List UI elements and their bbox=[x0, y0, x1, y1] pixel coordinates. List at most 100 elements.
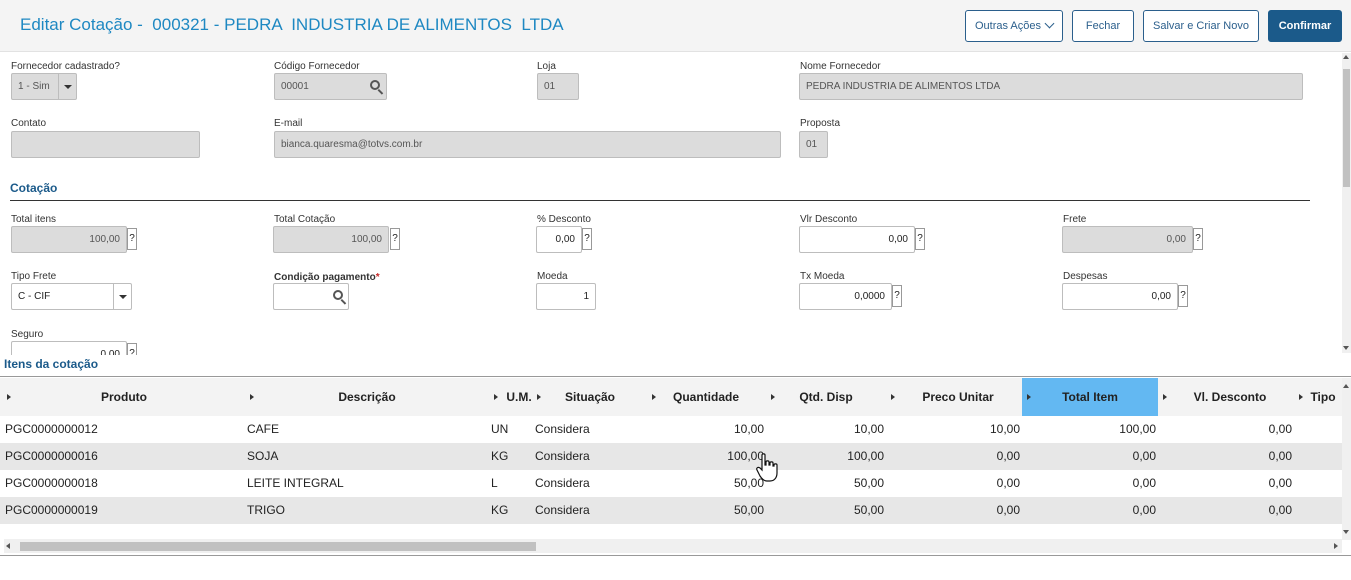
seguro-field[interactable]: 0,00 bbox=[11, 341, 127, 355]
condicao-pagamento-field[interactable] bbox=[273, 283, 349, 310]
cell-preco-unitar: 0,00 bbox=[996, 503, 1020, 517]
scroll-right-icon[interactable] bbox=[1334, 543, 1338, 549]
fornecedor-cadastrado-value: 1 - Sim bbox=[18, 81, 50, 92]
contato-field[interactable] bbox=[11, 131, 200, 158]
table-row[interactable]: PGC0000000016 SOJA KG Considera 100,00 1… bbox=[0, 443, 1342, 470]
cell-qtd-disp: 50,00 bbox=[853, 503, 884, 517]
help-icon[interactable]: ? bbox=[390, 228, 400, 250]
cell-total-item: 0,00 bbox=[1132, 476, 1156, 490]
column-header-situacao[interactable]: Situação bbox=[542, 378, 638, 416]
cell-situacao: Considera bbox=[535, 476, 590, 490]
form-area: Fornecedor cadastrado? 1 - Sim Código Fo… bbox=[0, 53, 1351, 355]
table-row[interactable]: PGC0000000012 CAFE UN Considera 10,00 10… bbox=[0, 416, 1342, 443]
search-icon[interactable] bbox=[370, 80, 380, 90]
grid-horizontal-scrollbar[interactable] bbox=[4, 539, 1342, 553]
pct-desconto-field[interactable]: 0,00 bbox=[536, 226, 582, 253]
nome-fornecedor-field[interactable]: PEDRA INDUSTRIA DE ALIMENTOS LTDA bbox=[799, 73, 1303, 100]
moeda-label: Moeda bbox=[537, 271, 568, 282]
column-arrow-icon[interactable] bbox=[1027, 394, 1031, 400]
frete-field[interactable]: 0,00 bbox=[1062, 226, 1193, 253]
scroll-up-icon[interactable] bbox=[1343, 55, 1349, 59]
cell-um: KG bbox=[491, 503, 509, 517]
salvar-criar-novo-button[interactable]: Salvar e Criar Novo bbox=[1143, 10, 1259, 42]
scroll-left-icon[interactable] bbox=[6, 543, 10, 549]
cell-um: L bbox=[491, 476, 498, 490]
grid-vertical-scrollbar[interactable] bbox=[1342, 378, 1351, 540]
total-itens-field[interactable]: 100,00 bbox=[11, 226, 127, 253]
help-icon[interactable]: ? bbox=[1193, 228, 1203, 250]
total-cotacao-field[interactable]: 100,00 bbox=[273, 226, 389, 253]
column-arrow-icon[interactable] bbox=[494, 394, 498, 400]
scroll-down-icon[interactable] bbox=[1343, 530, 1349, 534]
table-row[interactable]: PGC0000000019 TRIGO KG Considera 50,00 5… bbox=[0, 497, 1342, 524]
help-icon[interactable]: ? bbox=[582, 228, 592, 250]
column-header-total-item[interactable]: Total Item bbox=[1022, 378, 1158, 416]
column-header-descricao[interactable]: Descrição bbox=[248, 378, 486, 416]
cell-vl-desconto: 0,00 bbox=[1268, 503, 1292, 517]
required-mark: * bbox=[375, 272, 380, 283]
scrollbar-thumb[interactable] bbox=[1343, 69, 1350, 187]
grid-header: Produto Descrição U.M. Situação Quantida… bbox=[0, 378, 1342, 416]
cell-descricao: SOJA bbox=[247, 449, 279, 463]
itens-grid: Produto Descrição U.M. Situação Quantida… bbox=[0, 376, 1351, 556]
cell-preco-unitar: 0,00 bbox=[996, 476, 1020, 490]
tipo-frete-value: C - CIF bbox=[18, 291, 51, 302]
vlr-desconto-label: Vlr Desconto bbox=[800, 214, 858, 225]
chevron-down-icon bbox=[1044, 18, 1055, 29]
cell-um: UN bbox=[491, 422, 509, 436]
column-header-qtd-disp[interactable]: Qtd. Disp bbox=[776, 378, 876, 416]
column-header-tipo[interactable]: Tipo bbox=[1303, 378, 1343, 416]
proposta-field[interactable]: 01 bbox=[799, 131, 828, 158]
help-icon[interactable]: ? bbox=[892, 285, 902, 307]
column-header-preco-unitar[interactable]: Preco Unitar bbox=[896, 378, 1020, 416]
column-arrow-icon[interactable] bbox=[891, 394, 895, 400]
email-field[interactable]: bianca.quaresma@totvs.com.br bbox=[274, 131, 781, 158]
help-icon[interactable]: ? bbox=[915, 228, 925, 250]
scroll-up-icon[interactable] bbox=[1343, 384, 1349, 388]
column-header-vl-desconto[interactable]: Vl. Desconto bbox=[1166, 378, 1294, 416]
form-vertical-scrollbar[interactable] bbox=[1342, 53, 1351, 353]
moeda-field[interactable]: 1 bbox=[536, 283, 596, 310]
column-arrow-icon[interactable] bbox=[537, 394, 541, 400]
chevron-down-icon[interactable] bbox=[58, 74, 76, 99]
codigo-fornecedor-label: Código Fornecedor bbox=[274, 61, 360, 72]
vlr-desconto-field[interactable]: 0,00 bbox=[799, 226, 915, 253]
cell-produto: PGC0000000012 bbox=[5, 422, 98, 436]
loja-field[interactable]: 01 bbox=[537, 73, 579, 100]
condicao-pagamento-text: Condição pagamento bbox=[274, 272, 376, 283]
column-header-um[interactable]: U.M. bbox=[500, 378, 538, 416]
scroll-down-icon[interactable] bbox=[1343, 346, 1349, 350]
outras-acoes-button[interactable]: Outras Ações bbox=[965, 10, 1063, 42]
fechar-button[interactable]: Fechar bbox=[1072, 10, 1134, 42]
fornecedor-cadastrado-label: Fornecedor cadastrado? bbox=[11, 61, 120, 72]
scrollbar-thumb[interactable] bbox=[20, 542, 536, 551]
tx-moeda-label: Tx Moeda bbox=[800, 271, 845, 282]
help-icon[interactable]: ? bbox=[1178, 285, 1188, 307]
cell-um: KG bbox=[491, 449, 509, 463]
column-header-produto[interactable]: Produto bbox=[0, 378, 248, 416]
table-row[interactable]: PGC0000000018 LEITE INTEGRAL L Considera… bbox=[0, 470, 1342, 497]
tx-moeda-field[interactable]: 0,0000 bbox=[799, 283, 892, 310]
help-icon[interactable]: ? bbox=[127, 343, 137, 355]
loja-label: Loja bbox=[537, 61, 556, 72]
chevron-down-icon[interactable] bbox=[113, 284, 131, 309]
section-title-cotacao: Cotação bbox=[10, 181, 58, 195]
column-arrow-icon[interactable] bbox=[771, 394, 775, 400]
confirmar-button[interactable]: Confirmar bbox=[1268, 10, 1342, 42]
codigo-fornecedor-field[interactable]: 00001 bbox=[274, 73, 387, 100]
section-divider bbox=[10, 200, 1310, 201]
cell-quantidade: 100,00 bbox=[727, 449, 764, 463]
cell-produto: PGC0000000019 bbox=[5, 503, 98, 517]
fornecedor-cadastrado-select[interactable]: 1 - Sim bbox=[11, 73, 77, 100]
help-icon[interactable]: ? bbox=[127, 228, 137, 250]
tipo-frete-select[interactable]: C - CIF bbox=[11, 283, 132, 310]
codigo-fornecedor-value: 00001 bbox=[281, 81, 309, 92]
column-header-quantidade[interactable]: Quantidade bbox=[652, 378, 760, 416]
page-title: Editar Cotação - 000321 - PEDRA INDUSTRI… bbox=[20, 15, 564, 34]
cell-qtd-disp: 10,00 bbox=[853, 422, 884, 436]
total-cotacao-label: Total Cotação bbox=[274, 214, 336, 225]
despesas-field[interactable]: 0,00 bbox=[1062, 283, 1178, 310]
cell-quantidade: 10,00 bbox=[733, 422, 764, 436]
cell-total-item: 0,00 bbox=[1132, 449, 1156, 463]
search-icon[interactable] bbox=[333, 290, 343, 300]
